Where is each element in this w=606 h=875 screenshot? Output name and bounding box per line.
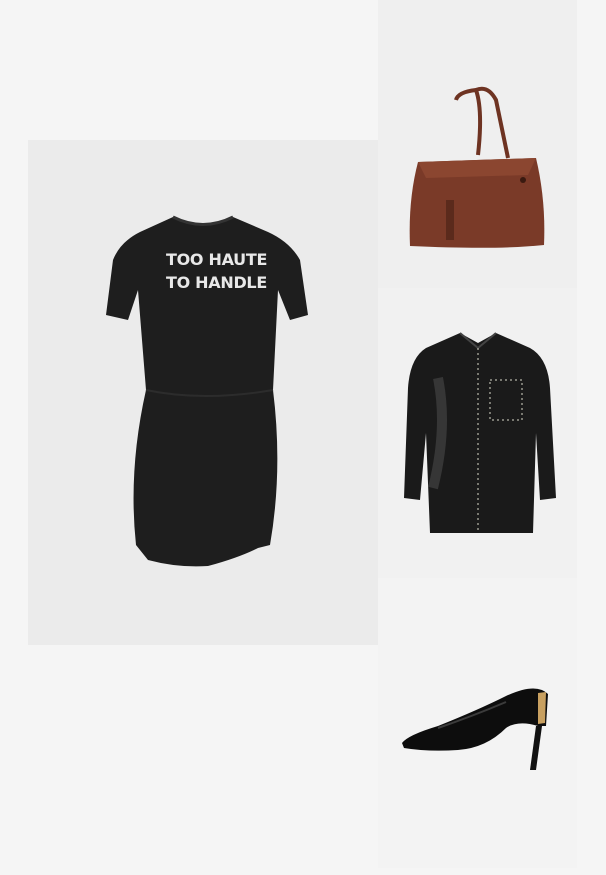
product-tile-shirt[interactable] bbox=[378, 288, 577, 578]
bag-image bbox=[409, 86, 545, 248]
shoe-image bbox=[402, 688, 548, 770]
product-tile-shoe[interactable] bbox=[378, 578, 577, 868]
product-tile-bag[interactable] bbox=[378, 0, 577, 288]
shirt-image bbox=[404, 332, 556, 533]
dress-image: TOO HAUTE TO HANDLE bbox=[106, 215, 308, 567]
product-tile-dress[interactable]: TOO HAUTE TO HANDLE bbox=[28, 140, 378, 645]
dress-print-line-1: TOO HAUTE bbox=[166, 250, 267, 269]
dress-print-line-2: TO HANDLE bbox=[166, 273, 267, 292]
